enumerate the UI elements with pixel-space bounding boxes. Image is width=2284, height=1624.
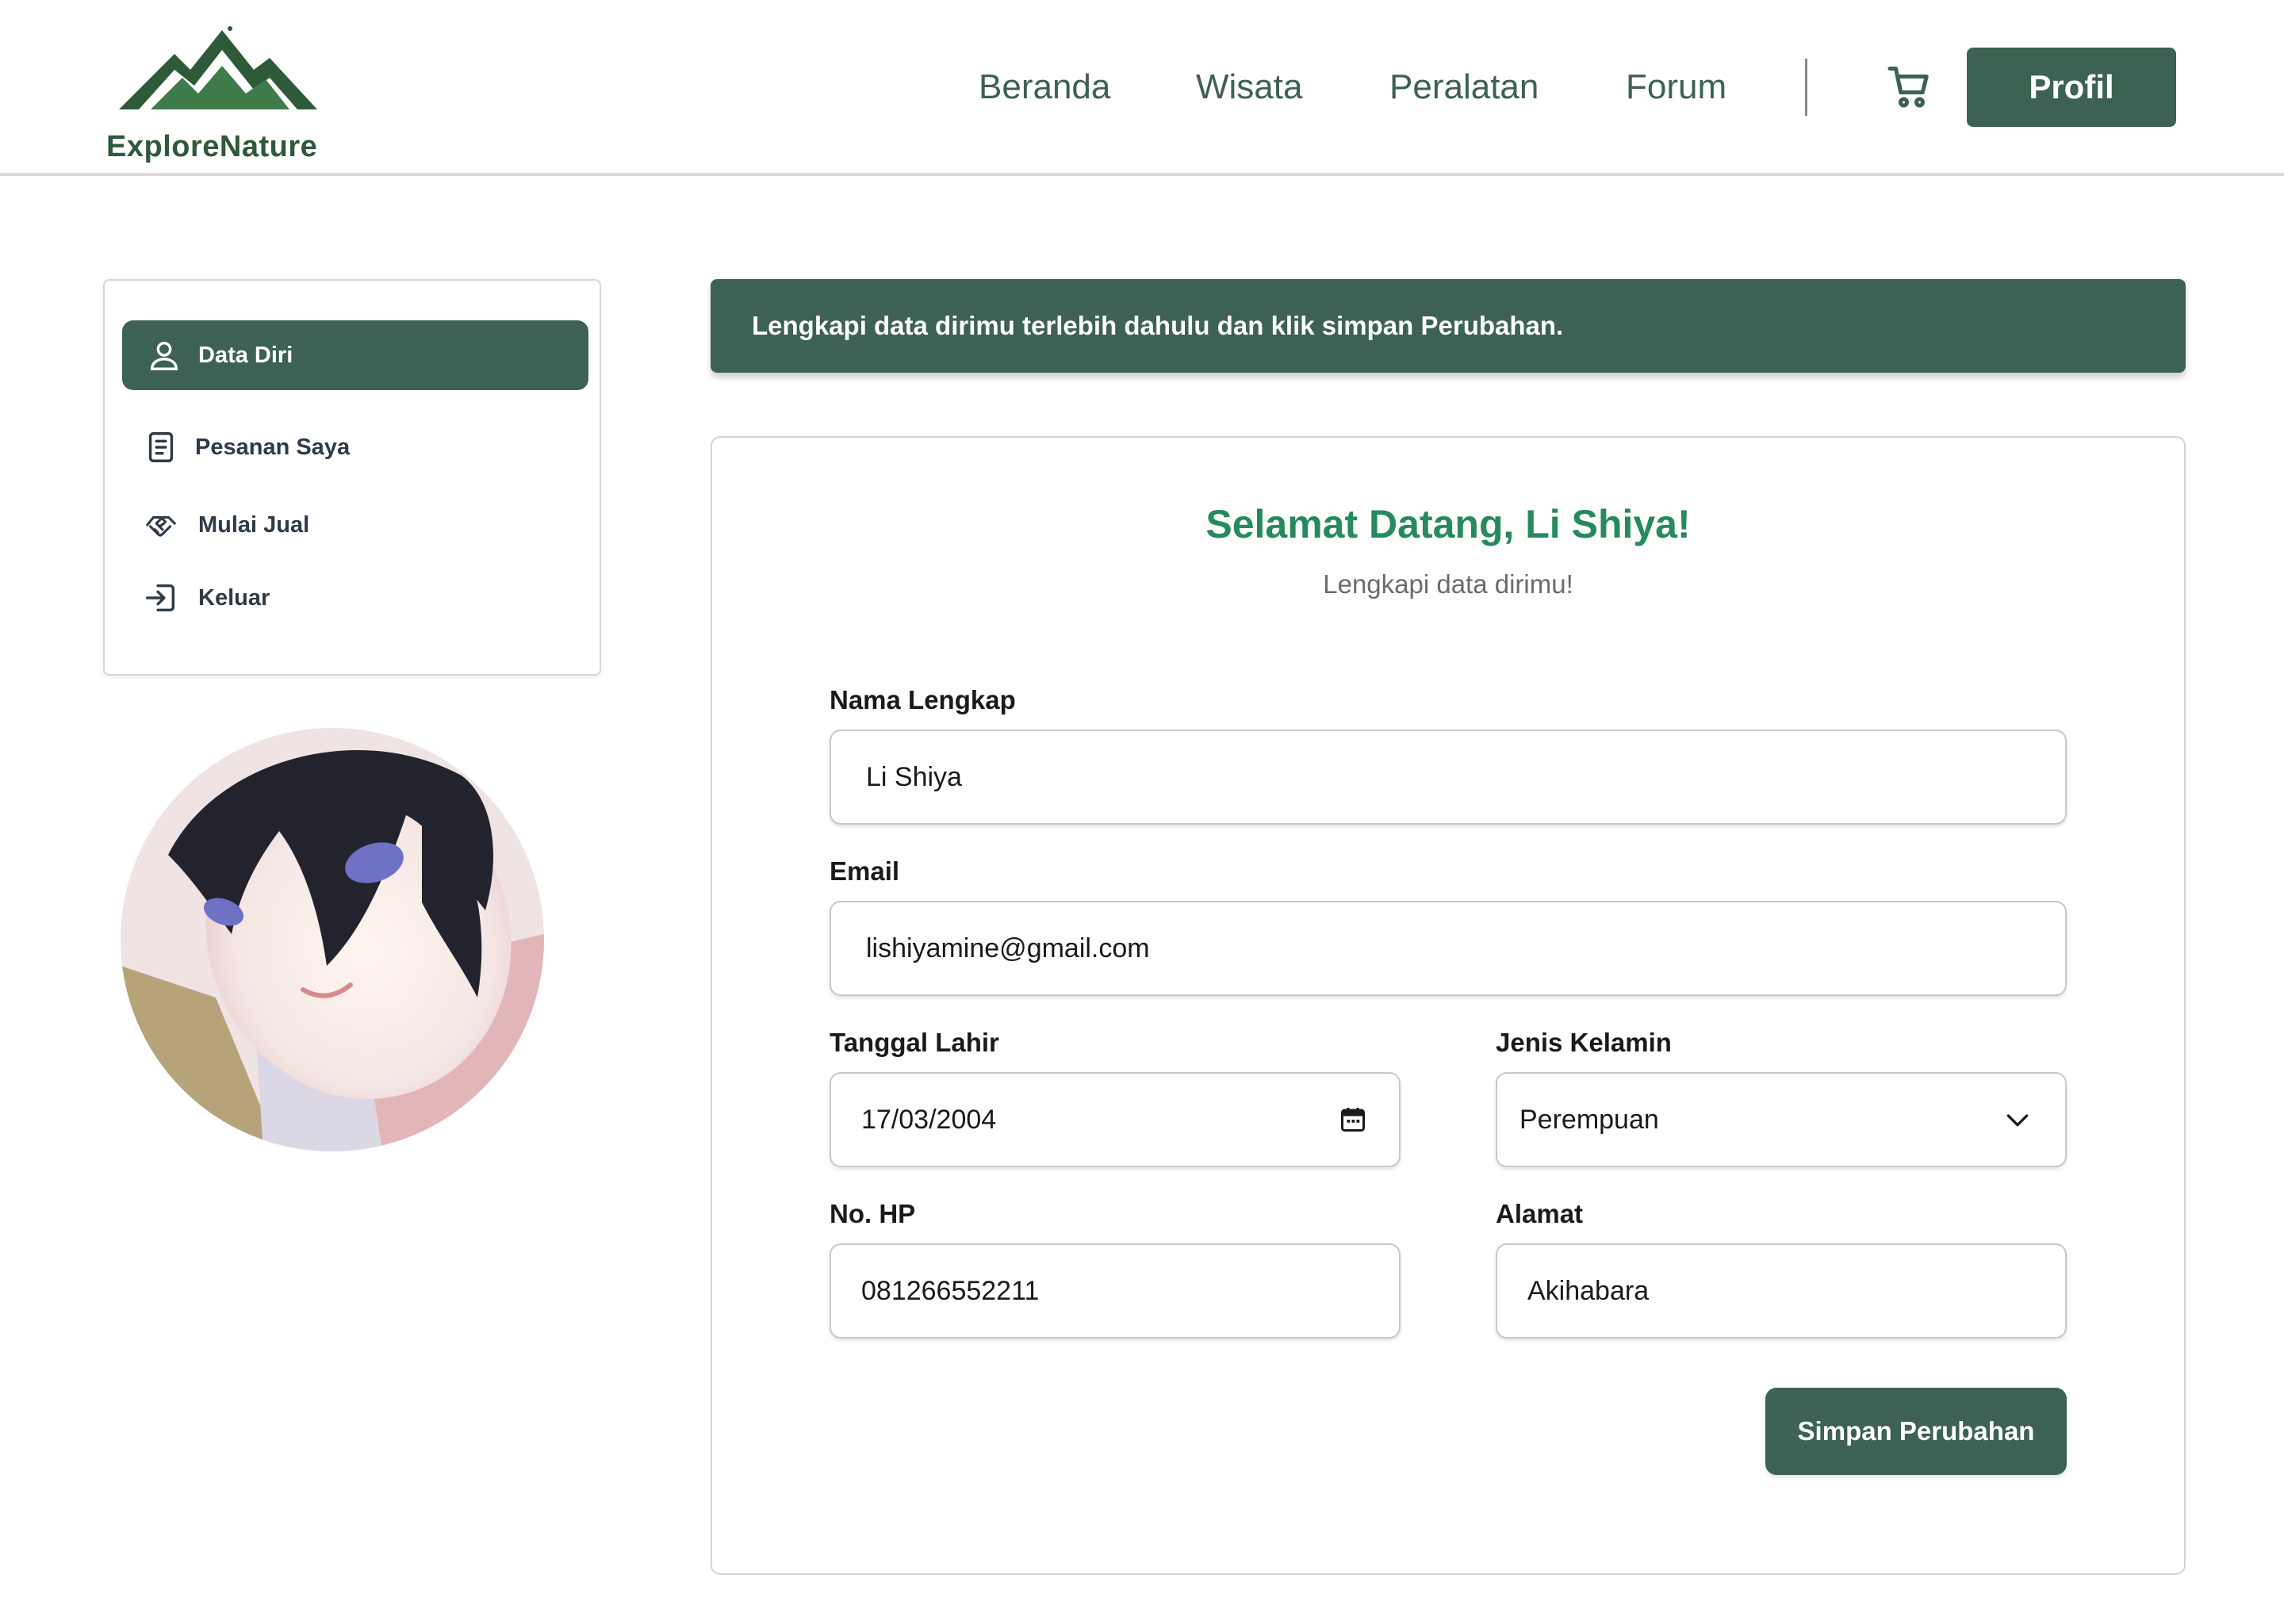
welcome-title: Selamat Datang, Li Shiya! bbox=[1205, 502, 1691, 546]
nama-label: Nama Lengkap bbox=[830, 685, 1016, 714]
sidebar-item-label: Data Diri bbox=[198, 342, 293, 368]
email-value: lishiyamine@gmail.com bbox=[866, 933, 1150, 963]
alamat-input[interactable]: Akihabara bbox=[1496, 1243, 2067, 1339]
profile-button[interactable]: Profil bbox=[1967, 48, 2176, 127]
kelamin-label: Jenis Kelamin bbox=[1496, 1028, 1672, 1057]
save-button[interactable]: Simpan Perubahan bbox=[1765, 1388, 2067, 1475]
alamat-label: Alamat bbox=[1496, 1199, 1584, 1228]
nama-input[interactable]: Li Shiya bbox=[830, 730, 2067, 825]
sidebar-menu: Data Diri Pesanan Saya Mulai Jual Keluar bbox=[103, 279, 601, 676]
document-icon bbox=[148, 432, 174, 462]
chevron-down-icon bbox=[2006, 1114, 2029, 1127]
kelamin-select[interactable]: Perempuan bbox=[1496, 1072, 2067, 1167]
profile-avatar[interactable] bbox=[121, 728, 544, 1151]
nav-peralatan[interactable]: Peralatan bbox=[1389, 63, 1539, 111]
handshake-icon bbox=[146, 515, 176, 537]
email-label: Email bbox=[830, 856, 900, 886]
calendar-icon[interactable] bbox=[1339, 1105, 1367, 1134]
nav-beranda[interactable]: Beranda bbox=[979, 63, 1110, 111]
kelamin-value: Perempuan bbox=[1519, 1104, 1659, 1135]
nav-forum[interactable]: Forum bbox=[1626, 63, 1726, 111]
cart-icon[interactable] bbox=[1886, 62, 1933, 111]
profile-form-card: Selamat Datang, Li Shiya! Lengkapi data … bbox=[711, 436, 2186, 1575]
nav-divider bbox=[1805, 59, 1807, 116]
sidebar-item-label: Mulai Jual bbox=[198, 511, 310, 538]
hp-input[interactable]: 081266552211 bbox=[830, 1243, 1401, 1339]
info-banner: Lengkapi data dirimu terlebih dahulu dan… bbox=[711, 279, 2186, 373]
sidebar-item-label: Pesanan Saya bbox=[195, 434, 351, 460]
top-navbar: ExploreNature Beranda Wisata Peralatan F… bbox=[0, 0, 2284, 176]
welcome-subtitle: Lengkapi data dirimu! bbox=[1323, 569, 1573, 599]
user-icon bbox=[150, 341, 178, 370]
sidebar-item-keluar[interactable]: Keluar bbox=[122, 563, 588, 633]
brand-logo[interactable]: ExploreNature bbox=[103, 22, 325, 163]
sidebar-item-data-diri[interactable]: Data Diri bbox=[122, 320, 588, 390]
email-input[interactable]: lishiyamine@gmail.com bbox=[830, 901, 2067, 996]
sidebar-item-mulai-jual[interactable]: Mulai Jual bbox=[122, 490, 588, 560]
tanggal-input[interactable]: 17/03/2004 bbox=[830, 1072, 1401, 1167]
tanggal-value: 17/03/2004 bbox=[861, 1104, 997, 1135]
alamat-value: Akihabara bbox=[1527, 1275, 1650, 1306]
hp-value: 081266552211 bbox=[861, 1275, 1040, 1306]
logout-icon bbox=[146, 584, 175, 612]
tanggal-label: Tanggal Lahir bbox=[830, 1028, 999, 1057]
sidebar-item-pesanan-saya[interactable]: Pesanan Saya bbox=[122, 412, 588, 482]
brand-name: ExploreNature bbox=[106, 130, 318, 163]
mountain-logo-icon bbox=[119, 26, 317, 109]
nav-wisata[interactable]: Wisata bbox=[1196, 63, 1302, 111]
nama-value: Li Shiya bbox=[866, 761, 962, 792]
hp-label: No. HP bbox=[830, 1199, 916, 1228]
sidebar-item-label: Keluar bbox=[198, 584, 270, 611]
